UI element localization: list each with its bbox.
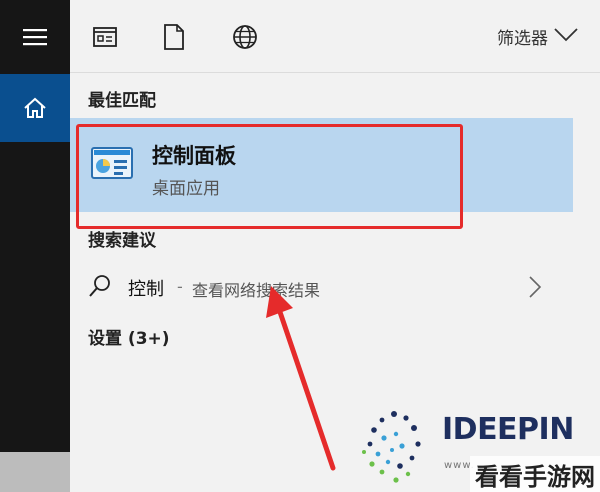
watermark-tag: 看看手游网	[470, 456, 600, 492]
watermark: IDEEPIN www. 看看手游网	[352, 398, 600, 492]
watermark-brand: IDEEPIN	[442, 412, 574, 447]
ideepin-logo-icon	[362, 411, 421, 483]
